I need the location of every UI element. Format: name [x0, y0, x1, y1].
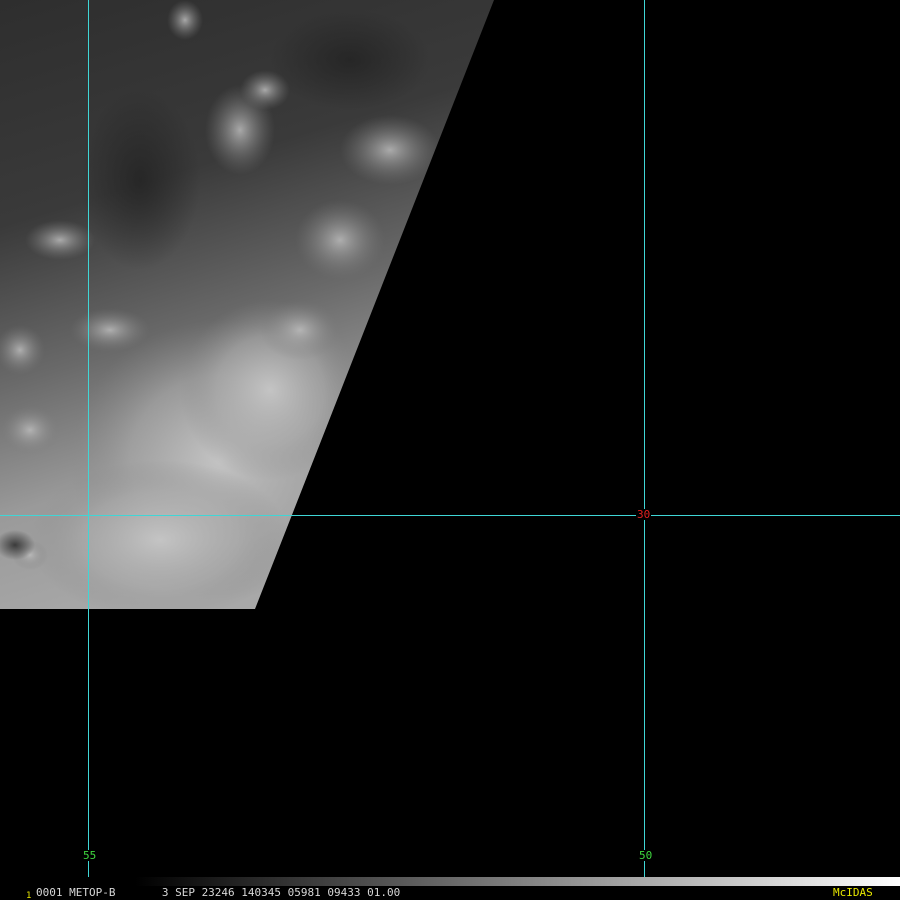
mcidas-brand-label: McIDAS [833, 886, 873, 899]
image-info-text: 0001 METOP-B 3 SEP 23246 140345 05981 09… [36, 886, 401, 899]
latitude-line-30 [0, 515, 900, 516]
satellite-image-viewer[interactable]: 55 50 30 1 0001 METOP-B 3 SEP 23246 1403… [0, 0, 900, 900]
frame-number: 1 [26, 891, 32, 900]
longitude-label-55: 55 [82, 849, 98, 862]
satellite-imagery [0, 0, 494, 609]
enhancement-color-bar [0, 877, 900, 886]
longitude-line-50 [644, 0, 645, 886]
latitude-label-30: 30 [636, 508, 652, 521]
longitude-label-50: 50 [638, 849, 654, 862]
longitude-line-55 [88, 0, 89, 886]
